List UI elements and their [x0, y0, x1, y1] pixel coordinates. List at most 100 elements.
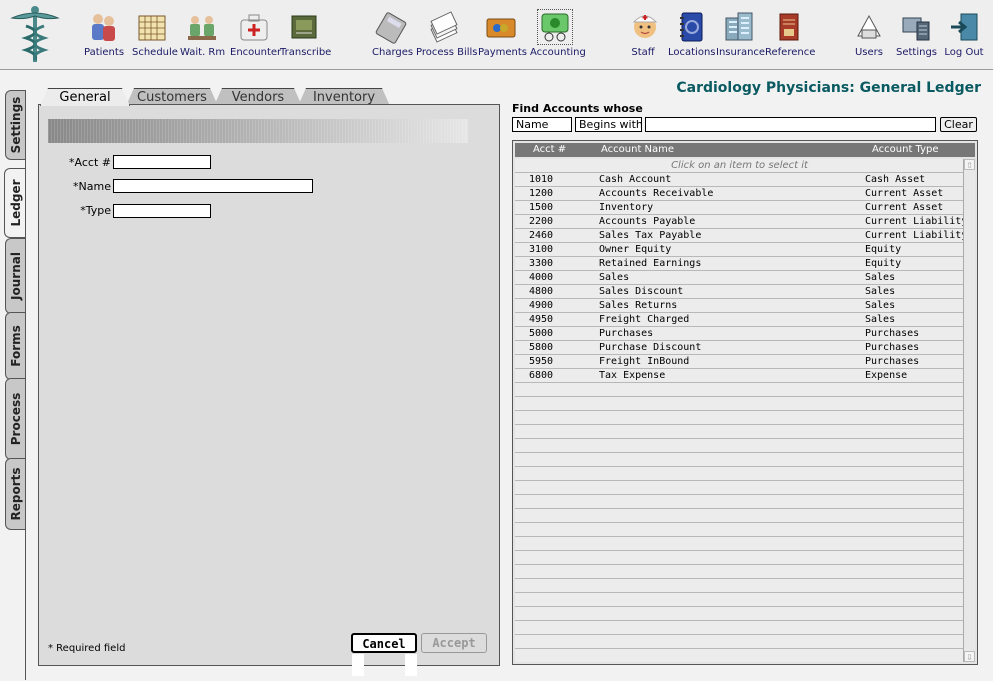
table-row[interactable]: 3300 Retained Earnings Equity	[515, 257, 964, 271]
side-tab-settings[interactable]: Settings	[5, 90, 25, 160]
medical-kit-icon	[237, 10, 271, 44]
side-divider	[25, 90, 26, 680]
table-row[interactable]: 5800 Purchase Discount Purchases	[515, 341, 964, 355]
account-type-cell: Equity	[865, 258, 902, 269]
clear-button[interactable]: Clear	[940, 117, 977, 132]
table-row[interactable]: 2460 Sales Tax Payable Current Liability	[515, 229, 964, 243]
side-tab-label: Reports	[8, 467, 23, 521]
toolbar-reference-button[interactable]: Reference	[765, 10, 815, 66]
acct-number-label: *Acct #	[69, 156, 111, 169]
account-name-cell: Purchase Discount	[599, 342, 702, 353]
column-header-name[interactable]: Account Name	[601, 144, 674, 155]
account-name-label: *Name	[73, 180, 111, 193]
table-row[interactable]: 1500 Inventory Current Asset	[515, 201, 964, 215]
account-form-panel: *Acct # *Name *Type * Required field Can…	[38, 104, 500, 666]
table-row[interactable]: 5000 Purchases Purchases	[515, 327, 964, 341]
account-type-cell: Current Liability	[865, 216, 964, 227]
acct-number-cell: 5950	[529, 356, 554, 367]
table-row[interactable]: 5950 Freight InBound Purchases	[515, 355, 964, 369]
cancel-button-edge	[352, 654, 364, 676]
toolbar-transcribe-button[interactable]: Transcribe	[280, 10, 331, 66]
account-type-cell: Sales	[865, 300, 896, 311]
account-name-cell: Accounts Receivable	[599, 188, 714, 199]
patients-icon	[86, 10, 120, 44]
toolbar-payments-button[interactable]: Payments	[478, 10, 527, 66]
account-name-cell: Sales	[599, 272, 630, 283]
waiting-room-icon	[185, 10, 219, 44]
acct-number-cell: 1010	[529, 174, 554, 185]
side-tab-journal[interactable]: Journal	[5, 238, 25, 314]
column-header-type[interactable]: Account Type	[872, 144, 939, 155]
table-row[interactable]: 1200 Accounts Receivable Current Asset	[515, 187, 964, 201]
required-field-note: * Required field	[48, 643, 126, 654]
find-value-input[interactable]	[645, 117, 936, 132]
users-icon	[852, 10, 886, 44]
table-row[interactable]: 4900 Sales Returns Sales	[515, 299, 964, 313]
calendar-icon	[135, 10, 169, 44]
table-row[interactable]: 4000 Sales Sales	[515, 271, 964, 285]
table-row[interactable]: 2200 Accounts Payable Current Liability	[515, 215, 964, 229]
account-name-cell: Retained Earnings	[599, 258, 702, 269]
cancel-button[interactable]: Cancel	[351, 633, 417, 653]
side-tab-forms[interactable]: Forms	[5, 312, 25, 380]
toolbar-label: Log Out	[944, 47, 984, 58]
account-type-cell: Sales	[865, 314, 896, 325]
toolbar-schedule-button[interactable]: Schedule	[132, 10, 178, 66]
toolbar-label: Settings	[896, 47, 938, 58]
scroll-down-icon[interactable]: ⇩	[964, 651, 975, 662]
calculator-icon	[374, 10, 408, 44]
column-header-acct[interactable]: Acct #	[533, 144, 566, 155]
table-row[interactable]: 3100 Owner Equity Equity	[515, 243, 964, 257]
toolbar-insurance-button[interactable]: Insurance	[716, 10, 765, 66]
account-type-cell: Cash Asset	[865, 174, 926, 185]
account-name-cell: Owner Equity	[599, 244, 672, 255]
table-hint: Click on an item to select it	[671, 160, 808, 171]
side-tab-ledger[interactable]: Ledger	[4, 168, 26, 238]
table-row[interactable]: 1010 Cash Account Cash Asset	[515, 173, 964, 187]
toolbar-process-bills-button[interactable]: Process Bills	[416, 10, 478, 66]
toolbar-label: Users	[854, 47, 883, 58]
toolbar-settings-button[interactable]: Settings	[896, 10, 938, 66]
acct-number-input[interactable]	[113, 155, 211, 169]
toolbar-staff-button[interactable]: Staff	[628, 10, 658, 66]
toolbar-label: Patients	[84, 47, 125, 58]
table-row[interactable]: 4950 Freight Charged Sales	[515, 313, 964, 327]
toolbar-label: Wait. Rm	[180, 47, 226, 58]
transcribe-icon	[287, 10, 321, 44]
books-icon	[772, 10, 806, 44]
table-row[interactable]: 6800 Tax Expense Expense	[515, 369, 964, 383]
toolbar-label: Schedule	[132, 47, 178, 58]
toolbar-log-out-button[interactable]: Log Out	[944, 10, 984, 66]
account-type-cell: Current Asset	[865, 188, 944, 199]
scroll-up-icon[interactable]: ⇧	[964, 159, 975, 170]
cancel-button-edge	[405, 654, 417, 676]
toolbar-locations-button[interactable]: Locations	[668, 10, 716, 66]
toolbar-accounting-button[interactable]: Accounting	[530, 9, 586, 66]
toolbar-users-button[interactable]: Users	[852, 10, 886, 66]
table-scrollbar[interactable]: ⇧ ⇩	[963, 159, 975, 662]
form-tab-general[interactable]: General	[40, 88, 130, 106]
toolbar-wait-rm-button[interactable]: Wait. Rm	[180, 10, 226, 66]
table-header: Acct # Account Name Account Type	[515, 143, 975, 157]
side-tab-reports[interactable]: Reports	[5, 458, 25, 530]
acct-number-cell: 2200	[529, 216, 554, 227]
account-name-cell: Inventory	[599, 202, 654, 213]
account-type-input[interactable]	[113, 204, 211, 218]
account-type-cell: Current Asset	[865, 202, 944, 213]
account-name-cell: Freight Charged	[599, 314, 690, 325]
toolbar-charges-button[interactable]: Charges	[372, 10, 413, 66]
account-name-input[interactable]	[113, 179, 313, 193]
table-row[interactable]: 4800 Sales Discount Sales	[515, 285, 964, 299]
accept-button[interactable]: Accept	[421, 633, 487, 653]
toolbar-encounter-button[interactable]: Encounter	[230, 10, 281, 66]
acct-number-cell: 4950	[529, 314, 554, 325]
toolbar-patients-button[interactable]: Patients	[84, 10, 125, 66]
find-condition-select[interactable]: Begins with	[575, 117, 642, 132]
side-tab-process[interactable]: Process	[5, 378, 25, 460]
account-type-cell: Expense	[865, 370, 908, 381]
find-field-select[interactable]: Name	[512, 117, 572, 132]
caduceus-logo-icon	[8, 4, 62, 64]
side-tab-label: Forms	[8, 325, 23, 367]
account-name-cell: Tax Expense	[599, 370, 666, 381]
page-title: Cardiology Physicians: General Ledger	[676, 80, 981, 96]
